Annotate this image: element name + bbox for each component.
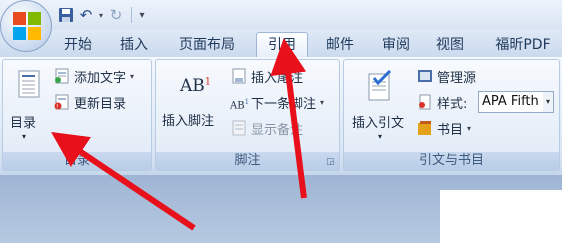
style-label: 样式: <box>437 96 468 112</box>
show-notes-label: 显示备注 <box>251 122 304 138</box>
add-text-icon <box>53 67 71 85</box>
citations-group: 插入引文 ▾ 管理源 样式: APA Fifth ▾ 书目 ▾ 引文与书目 <box>343 59 560 171</box>
tab-page-layout[interactable]: 页面布局 <box>168 33 246 57</box>
chevron-down-icon: ▾ <box>378 132 383 141</box>
qat-divider <box>131 7 132 23</box>
insert-footnote-label: 插入脚注 <box>162 114 215 129</box>
toc-group-label: 目录 <box>3 152 151 170</box>
tab-references[interactable]: 引用 <box>256 32 308 57</box>
add-text-button[interactable]: 添加文字 ▾ <box>53 66 134 86</box>
style-icon <box>416 93 434 111</box>
manage-sources-icon <box>416 67 434 85</box>
document-page[interactable] <box>440 190 562 243</box>
chevron-down-icon[interactable]: ▾ <box>543 92 553 112</box>
tab-mailings[interactable]: 邮件 <box>318 33 362 57</box>
next-footnote-icon: AB1 <box>230 98 250 112</box>
save-icon[interactable] <box>56 5 76 25</box>
style-row: 样式: <box>416 92 467 112</box>
bibliography-label: 书目 <box>437 122 464 138</box>
toc-icon <box>18 70 40 98</box>
manage-sources-label: 管理源 <box>437 70 477 86</box>
dialog-launcher-icon[interactable]: ◲ <box>326 157 336 167</box>
style-select-value: APA Fifth <box>482 94 539 109</box>
office-logo-icon <box>13 12 41 40</box>
tab-view[interactable]: 视图 <box>428 33 472 57</box>
insert-footnote-button[interactable]: AB1 插入脚注 <box>160 68 228 138</box>
customize-qat-icon[interactable]: ▾ <box>137 10 147 21</box>
footnote-icon: AB1 <box>180 76 212 96</box>
tab-review[interactable]: 审阅 <box>374 33 418 57</box>
style-select[interactable]: APA Fifth ▾ <box>478 91 554 113</box>
tab-home[interactable]: 开始 <box>56 33 100 57</box>
footnote-group: AB1 插入脚注 插入尾注 AB1 下一条脚注 ▾ 显示备注 脚注 ◲ <box>155 59 340 171</box>
manage-sources-button[interactable]: 管理源 <box>416 66 476 86</box>
redo-icon[interactable]: ↻ <box>106 5 126 25</box>
next-footnote-button[interactable]: AB1 下一条脚注 ▾ <box>230 92 324 112</box>
add-text-label: 添加文字 <box>74 70 127 86</box>
svg-text:!: ! <box>56 104 58 111</box>
insert-endnote-button[interactable]: 插入尾注 <box>230 66 303 86</box>
undo-dropdown-icon[interactable]: ▾ <box>96 11 106 20</box>
toc-button[interactable]: 目录 ▾ <box>9 66 47 152</box>
insert-citation-label: 插入引文 <box>352 116 405 131</box>
chevron-down-icon: ▾ <box>22 132 27 141</box>
undo-icon[interactable]: ↶ <box>76 5 96 25</box>
tab-foxit-pdf[interactable]: 福昕PDF <box>484 33 562 57</box>
bibliography-button[interactable]: 书目 ▾ <box>416 118 471 138</box>
endnote-icon <box>230 67 248 85</box>
update-toc-button[interactable]: ! 更新目录 <box>53 92 126 112</box>
quick-access-toolbar: ↶ ▾ ↻ ▾ <box>56 4 147 26</box>
bibliography-icon <box>416 119 434 137</box>
next-footnote-label: 下一条脚注 <box>251 96 317 112</box>
toc-group: 目录 ▾ 添加文字 ▾ ! 更新目录 目录 <box>2 59 152 171</box>
ribbon: 目录 ▾ 添加文字 ▾ ! 更新目录 目录 AB1 插入脚注 插入尾注 AB1 … <box>0 57 562 175</box>
insert-citation-button[interactable]: 插入引文 ▾ <box>348 66 414 148</box>
toc-button-label: 目录 <box>10 116 37 131</box>
chevron-down-icon: ▾ <box>467 123 472 133</box>
footnote-group-label: 脚注 <box>156 152 339 170</box>
insert-citation-icon <box>368 70 392 101</box>
tab-insert[interactable]: 插入 <box>112 33 156 57</box>
office-button[interactable] <box>0 0 52 52</box>
update-toc-icon: ! <box>53 93 71 111</box>
citations-group-label: 引文与书目 <box>344 152 559 170</box>
chevron-down-icon: ▾ <box>320 97 325 107</box>
insert-endnote-label: 插入尾注 <box>251 70 304 86</box>
show-notes-button[interactable]: 显示备注 <box>230 118 303 138</box>
chevron-down-icon: ▾ <box>130 71 135 81</box>
show-notes-icon <box>230 119 248 137</box>
update-toc-label: 更新目录 <box>74 96 127 112</box>
